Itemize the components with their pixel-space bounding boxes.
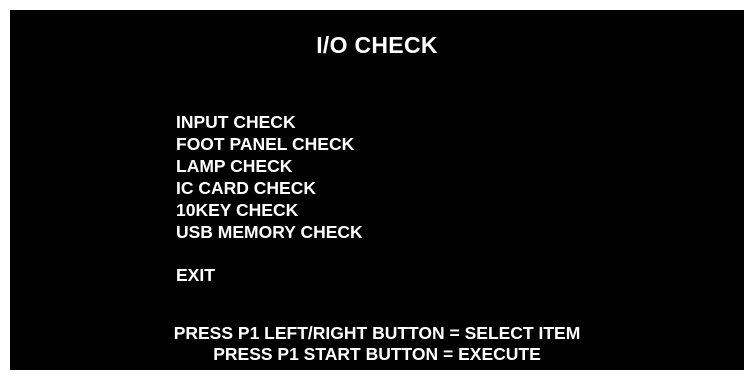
menu-item-ic-card-check[interactable]: IC CARD CHECK	[176, 177, 363, 199]
menu-item-lamp-check[interactable]: LAMP CHECK	[176, 155, 363, 177]
menu-item-10key-check[interactable]: 10KEY CHECK	[176, 199, 363, 221]
instructions: PRESS P1 LEFT/RIGHT BUTTON = SELECT ITEM…	[10, 323, 744, 365]
instruction-select: PRESS P1 LEFT/RIGHT BUTTON = SELECT ITEM	[173, 323, 581, 343]
screen-title: I/O CHECK	[316, 32, 438, 58]
test-mode-screen: I/O CHECK INPUT CHECK FOOT PANEL CHECK L…	[10, 10, 744, 370]
instruction-execute: PRESS P1 START BUTTON = EXECUTE	[213, 344, 541, 364]
menu-item-usb-memory-check[interactable]: USB MEMORY CHECK	[176, 221, 363, 243]
menu-item-input-check[interactable]: INPUT CHECK	[176, 111, 363, 133]
menu-spacer	[176, 243, 363, 264]
io-check-menu: INPUT CHECK FOOT PANEL CHECK LAMP CHECK …	[176, 111, 363, 286]
menu-item-exit[interactable]: EXIT	[176, 264, 363, 286]
menu-item-foot-panel-check[interactable]: FOOT PANEL CHECK	[176, 133, 363, 155]
